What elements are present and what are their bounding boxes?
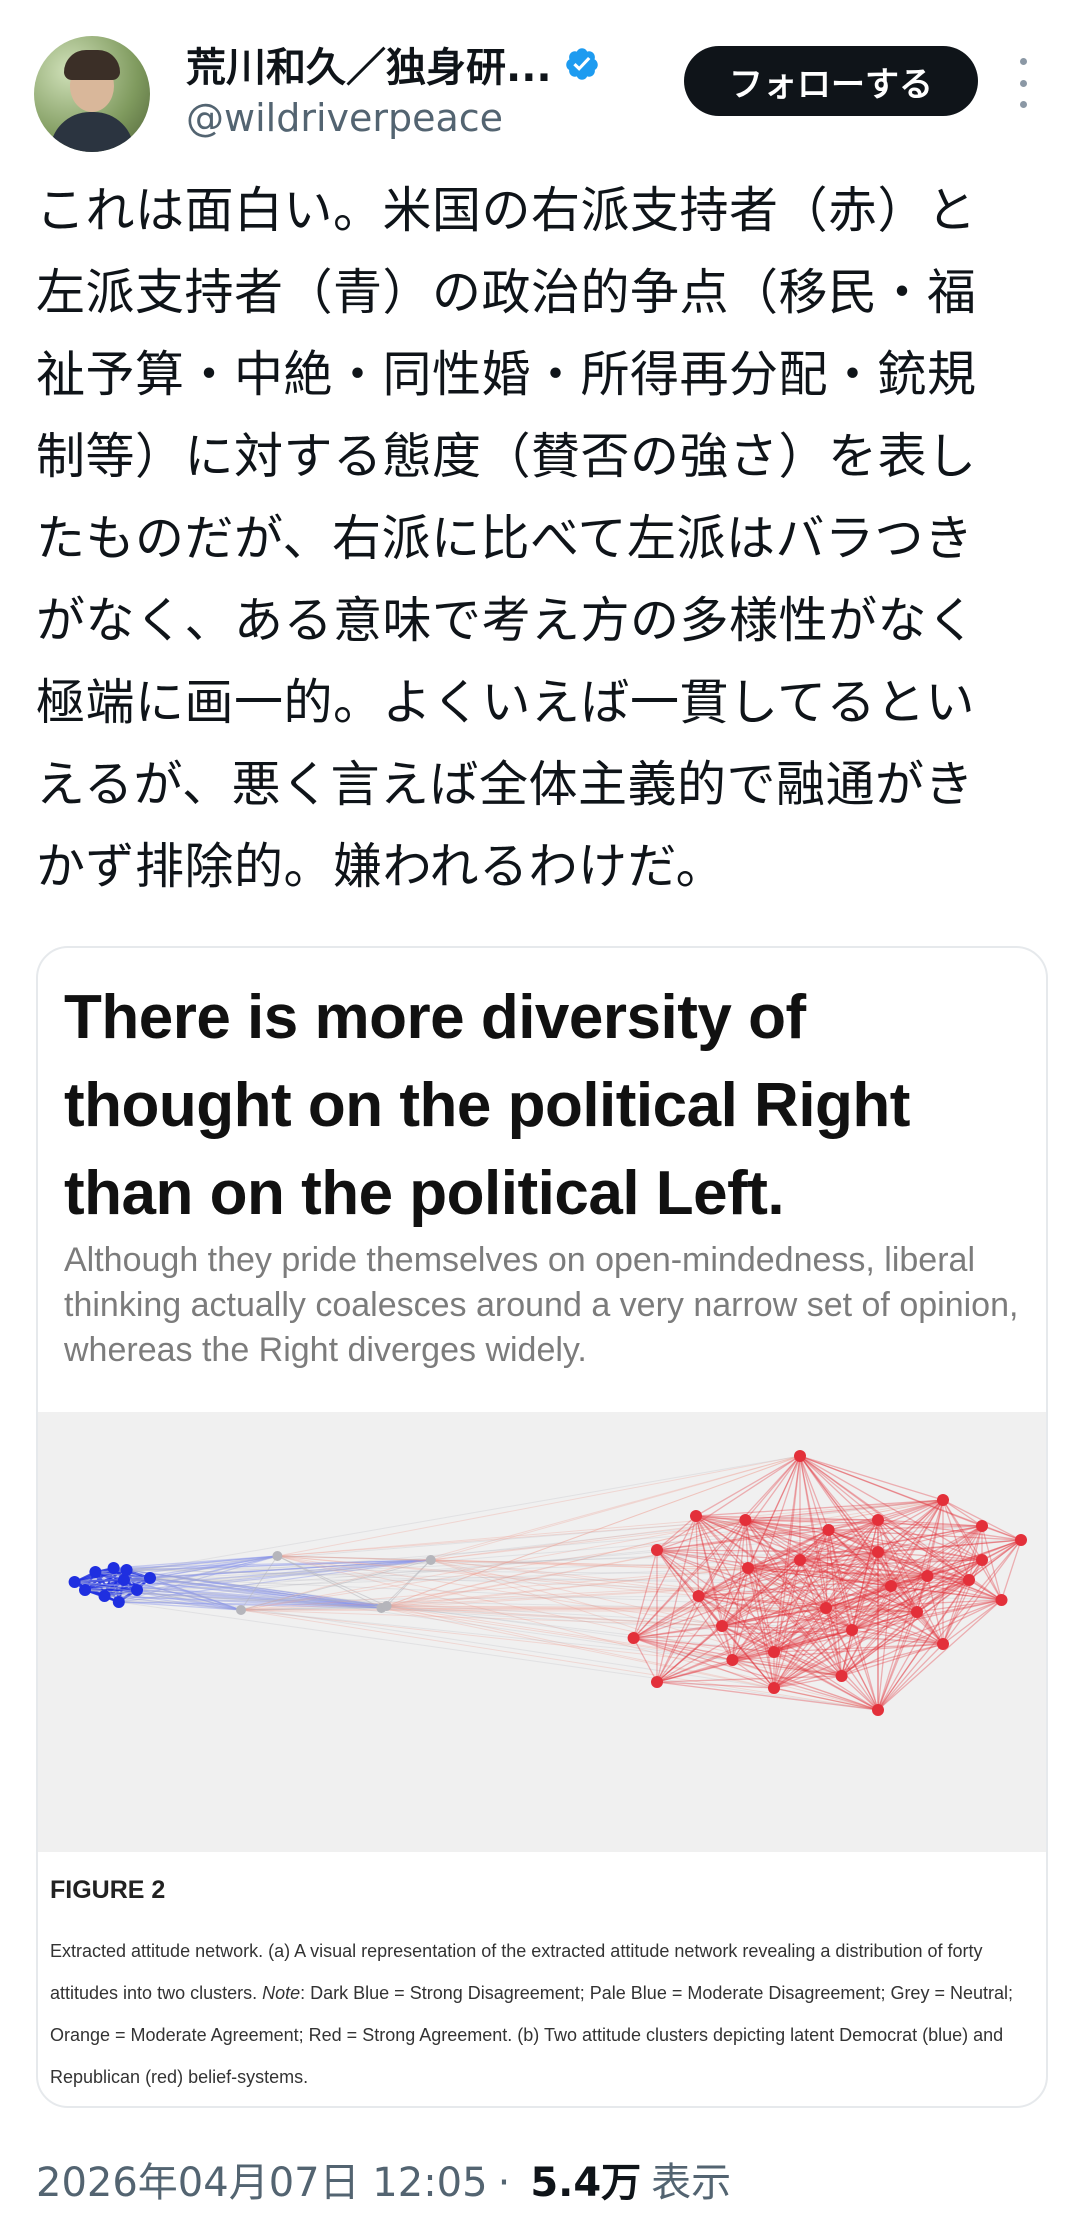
network-node bbox=[885, 1580, 897, 1592]
network-edge bbox=[799, 1455, 944, 1501]
network-node bbox=[107, 1562, 120, 1574]
network-node bbox=[739, 1514, 752, 1526]
figure-caption: Extracted attitude network. (a) A visual… bbox=[50, 1930, 1030, 2098]
network-node bbox=[131, 1584, 143, 1596]
network-node bbox=[937, 1494, 949, 1506]
tweet-meta: 2026年04月07日 12:05 · 5.4万 表示 bbox=[36, 2150, 731, 2208]
card-headline: There is more diversity of thought on th… bbox=[64, 983, 910, 1228]
network-node bbox=[742, 1562, 754, 1574]
network-node bbox=[89, 1566, 102, 1578]
network-node bbox=[144, 1572, 156, 1584]
network-node bbox=[835, 1670, 848, 1682]
network-node bbox=[1015, 1534, 1027, 1546]
network-node bbox=[976, 1520, 988, 1532]
verified-badge-icon bbox=[565, 48, 598, 80]
author-handle[interactable]: @wildriverpeace bbox=[186, 96, 503, 140]
network-edge bbox=[430, 1455, 801, 1561]
tweet-timestamp[interactable]: 2026年04月07日 12:05 bbox=[36, 2150, 488, 2208]
network-node bbox=[794, 1450, 806, 1462]
network-node bbox=[79, 1584, 91, 1596]
author-name-row[interactable]: 荒川和久／独身研... bbox=[186, 36, 600, 92]
network-node bbox=[690, 1510, 702, 1522]
network-node bbox=[794, 1554, 806, 1566]
network-node bbox=[995, 1594, 1008, 1606]
network-node bbox=[272, 1551, 283, 1561]
card-subtitle: Although they pride themselves on open-m… bbox=[64, 1241, 1019, 1369]
display-name[interactable]: 荒川和久／独身研... bbox=[186, 35, 552, 93]
more-options-icon[interactable] bbox=[1008, 58, 1038, 108]
network-edge bbox=[126, 1519, 746, 1571]
tweet-header: 荒川和久／独身研... @wildriverpeace フォローする bbox=[0, 0, 1080, 165]
view-count[interactable]: 5.4万 bbox=[530, 2150, 641, 2208]
network-node bbox=[937, 1638, 949, 1650]
network-node bbox=[768, 1682, 780, 1694]
network-node bbox=[768, 1646, 780, 1658]
network-node bbox=[820, 1602, 832, 1614]
network-edge bbox=[877, 1519, 1022, 1541]
meta-separator: · bbox=[497, 2160, 511, 2206]
network-node bbox=[846, 1624, 858, 1636]
network-node bbox=[692, 1590, 705, 1602]
network-node bbox=[236, 1605, 246, 1615]
network-node bbox=[68, 1576, 81, 1588]
view-count-label: 表示 bbox=[651, 2160, 732, 2206]
figure-label: FIGURE 2 bbox=[50, 1876, 166, 1904]
network-node bbox=[963, 1574, 975, 1586]
network-node bbox=[976, 1554, 988, 1566]
network-node bbox=[120, 1564, 133, 1576]
network-node bbox=[911, 1606, 923, 1618]
media-card[interactable]: There is more diversity of thought on th… bbox=[36, 946, 1048, 2108]
network-edge bbox=[240, 1609, 879, 1711]
tweet-text: これは面白い。米国の右派支持者（赤）と 左派支持者（青）の政治的争点（移民・福 … bbox=[36, 182, 977, 895]
network-node bbox=[872, 1514, 884, 1526]
network-node bbox=[627, 1632, 640, 1644]
caption-note: Note bbox=[262, 1983, 301, 2003]
avatar[interactable] bbox=[34, 36, 150, 152]
follow-button[interactable]: フォローする bbox=[684, 46, 978, 116]
network-node bbox=[381, 1601, 392, 1611]
network-node bbox=[716, 1620, 728, 1632]
network-node bbox=[651, 1544, 663, 1556]
network-node bbox=[921, 1570, 934, 1582]
network-edge bbox=[240, 1499, 944, 1611]
network-node bbox=[98, 1590, 111, 1602]
attitude-network-graph bbox=[68, 1450, 1027, 1716]
network-node bbox=[651, 1676, 663, 1688]
network-node bbox=[726, 1654, 739, 1666]
network-node bbox=[112, 1596, 125, 1608]
network-node bbox=[822, 1524, 835, 1536]
network-node bbox=[872, 1704, 884, 1716]
network-node bbox=[872, 1546, 884, 1558]
attitude-network-figure bbox=[38, 1412, 1046, 1852]
network-node bbox=[425, 1555, 436, 1565]
network-node bbox=[118, 1574, 130, 1586]
